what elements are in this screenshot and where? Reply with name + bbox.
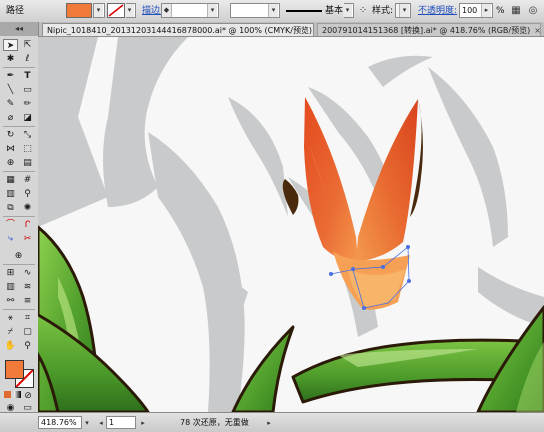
next-artboard-icon[interactable]: ▸ (138, 416, 148, 430)
tab-document-1[interactable]: Nipic_1018410_20131203144416878000.ai* @… (42, 23, 323, 36)
artwork[interactable] (38, 37, 544, 412)
width-icon[interactable]: ⋈ (3, 143, 18, 155)
gradient-mode-icon[interactable] (13, 390, 21, 402)
hollow-arrow-icon[interactable]: ⇱ (20, 39, 35, 51)
stroke-swatch[interactable] (107, 3, 125, 18)
opacity-percent: % (496, 6, 505, 16)
fill-dropdown[interactable]: ▾ (93, 3, 105, 18)
object-type-label: 路径 (6, 6, 25, 16)
globe-icon[interactable]: ⊕ (11, 250, 26, 262)
status-bar: 418.76% ▾ ◂ 1 ▸ 78 次还原，无重做 ▸ (0, 412, 544, 432)
shape-builder-icon[interactable]: ⊕ (3, 157, 18, 169)
color-mode-icon[interactable] (3, 390, 11, 402)
lasso-icon[interactable]: ℓ (20, 53, 35, 65)
align-icon[interactable]: ≡ (20, 295, 35, 307)
recolor-icon[interactable]: ◎ (526, 4, 540, 18)
live-paint-icon[interactable]: ▤ (20, 157, 35, 169)
scissors-icon[interactable]: ✂ (20, 233, 35, 245)
tools-panel-header[interactable]: ◂◂ (0, 22, 38, 36)
document-setup-icon[interactable]: ▦ (509, 4, 523, 18)
measure-icon[interactable]: ⚹ (3, 312, 18, 324)
brush-dropdown[interactable]: ▾ (343, 3, 354, 18)
twirl-icon[interactable]: ⚯ (3, 295, 18, 307)
close-icon[interactable]: × (534, 26, 541, 35)
warp-icon[interactable]: ≋ (20, 281, 35, 293)
gradient-icon[interactable]: ▥ (3, 188, 18, 200)
fill-color-box[interactable] (5, 360, 24, 379)
no-stroke-icon (108, 4, 124, 17)
stroke-line-preview (284, 4, 324, 18)
free-transform-icon[interactable]: ⬚ (20, 143, 35, 155)
none-mode-icon[interactable]: ⊘ (23, 390, 33, 402)
status-message: 78 次还原，无重做 (180, 418, 249, 427)
pen-icon[interactable]: ✒ (3, 70, 18, 82)
opacity-label[interactable]: 不透明度: (418, 4, 457, 18)
curvature-icon[interactable]: ᒋ (20, 219, 35, 231)
style-dropdown[interactable]: ▾ (395, 3, 411, 18)
eraser-icon[interactable]: ◪ (20, 112, 35, 124)
style-label: 样式: (372, 6, 394, 16)
blob-brush-icon[interactable]: ⌀ (3, 112, 18, 124)
column-graph-icon[interactable]: ▥ (3, 281, 18, 293)
rotate-icon[interactable]: ↻ (3, 129, 18, 141)
arrow-icon[interactable]: ➤ (3, 39, 18, 51)
graphic-style-icon[interactable]: ⁘ (356, 4, 370, 18)
status-menu-icon[interactable]: ▸ (264, 416, 274, 430)
tab-label: 200791014151368 [转换].ai* @ 418.76% (RGB/… (322, 26, 531, 35)
stroke-dropdown[interactable]: ▾ (125, 3, 136, 18)
tab-document-2[interactable]: 200791014151368 [转换].ai* @ 418.76% (RGB/… (317, 23, 541, 36)
magnifier-icon[interactable]: ⚲ (20, 340, 35, 352)
stroke-weight-field[interactable]: ◆ ▾ (161, 3, 219, 18)
anchor-convert-icon[interactable]: ⌒ (3, 219, 18, 231)
knife-icon[interactable]: ⌿ (3, 326, 18, 338)
pencil-icon[interactable]: ✏ (20, 98, 35, 110)
opacity-field[interactable]: 100 ▸ (459, 3, 493, 18)
artboard-icon[interactable]: ⊞ (3, 267, 18, 279)
line-segment-icon[interactable]: ╲ (3, 84, 18, 96)
join-path-icon[interactable]: ⤷ (3, 233, 18, 245)
scale-icon[interactable]: ⤡ (20, 129, 35, 141)
paintbrush-icon[interactable]: ✎ (3, 98, 18, 110)
document-canvas[interactable] (38, 37, 544, 412)
fill-swatch[interactable] (66, 3, 92, 18)
type-icon[interactable]: T (20, 70, 35, 82)
rectangle-icon[interactable]: ▭ (20, 84, 35, 96)
symbol-sprayer-icon[interactable]: ✺ (20, 202, 35, 214)
tab-label: Nipic_1018410_20131203144416878000.ai* @… (47, 26, 313, 35)
zoom-field[interactable]: 418.76% (38, 416, 82, 429)
print-tiling-icon[interactable]: ▢ (20, 326, 35, 338)
tools-panel: ◂◂ ➤ ⇱ ✱ ℓ ✒ T ╲ ▭ ✎ ✏ ⌀ ◪ ↻ ⤡ ⋈ ⬚ ⊕ ▤ ▦… (0, 22, 39, 413)
magic-wand-icon[interactable]: ✱ (3, 53, 18, 65)
brush-label: 基本 (325, 6, 344, 16)
blend-icon[interactable]: ⧉ (3, 202, 18, 214)
perspective-grid-icon[interactable]: ▦ (3, 174, 18, 186)
document-tabs: Nipic_1018410_20131203144416878000.ai* @… (38, 22, 544, 37)
crop-icon[interactable]: ⌗ (20, 312, 35, 324)
first-artboard-icon[interactable]: ◂ (96, 416, 106, 430)
slice-icon[interactable]: ∿ (20, 267, 35, 279)
mesh-icon[interactable]: # (20, 174, 35, 186)
artboard-field[interactable]: 1 (106, 416, 136, 429)
control-bar: 路径 ▾ ▾ 描边: ◆ ▾ ▾ 基本 ▾ ⁘ 样式: ▾ 不透明度: 100 ▸ … (0, 0, 544, 23)
eyedropper-icon[interactable]: ⚲ (20, 188, 35, 200)
hand-icon[interactable]: ✋ (3, 340, 18, 352)
green-leaves (38, 225, 544, 412)
zoom-dropdown-icon[interactable]: ▾ (82, 416, 92, 430)
stroke-label[interactable]: 描边: (142, 4, 163, 18)
variable-width-dropdown[interactable]: ▾ (230, 3, 280, 18)
